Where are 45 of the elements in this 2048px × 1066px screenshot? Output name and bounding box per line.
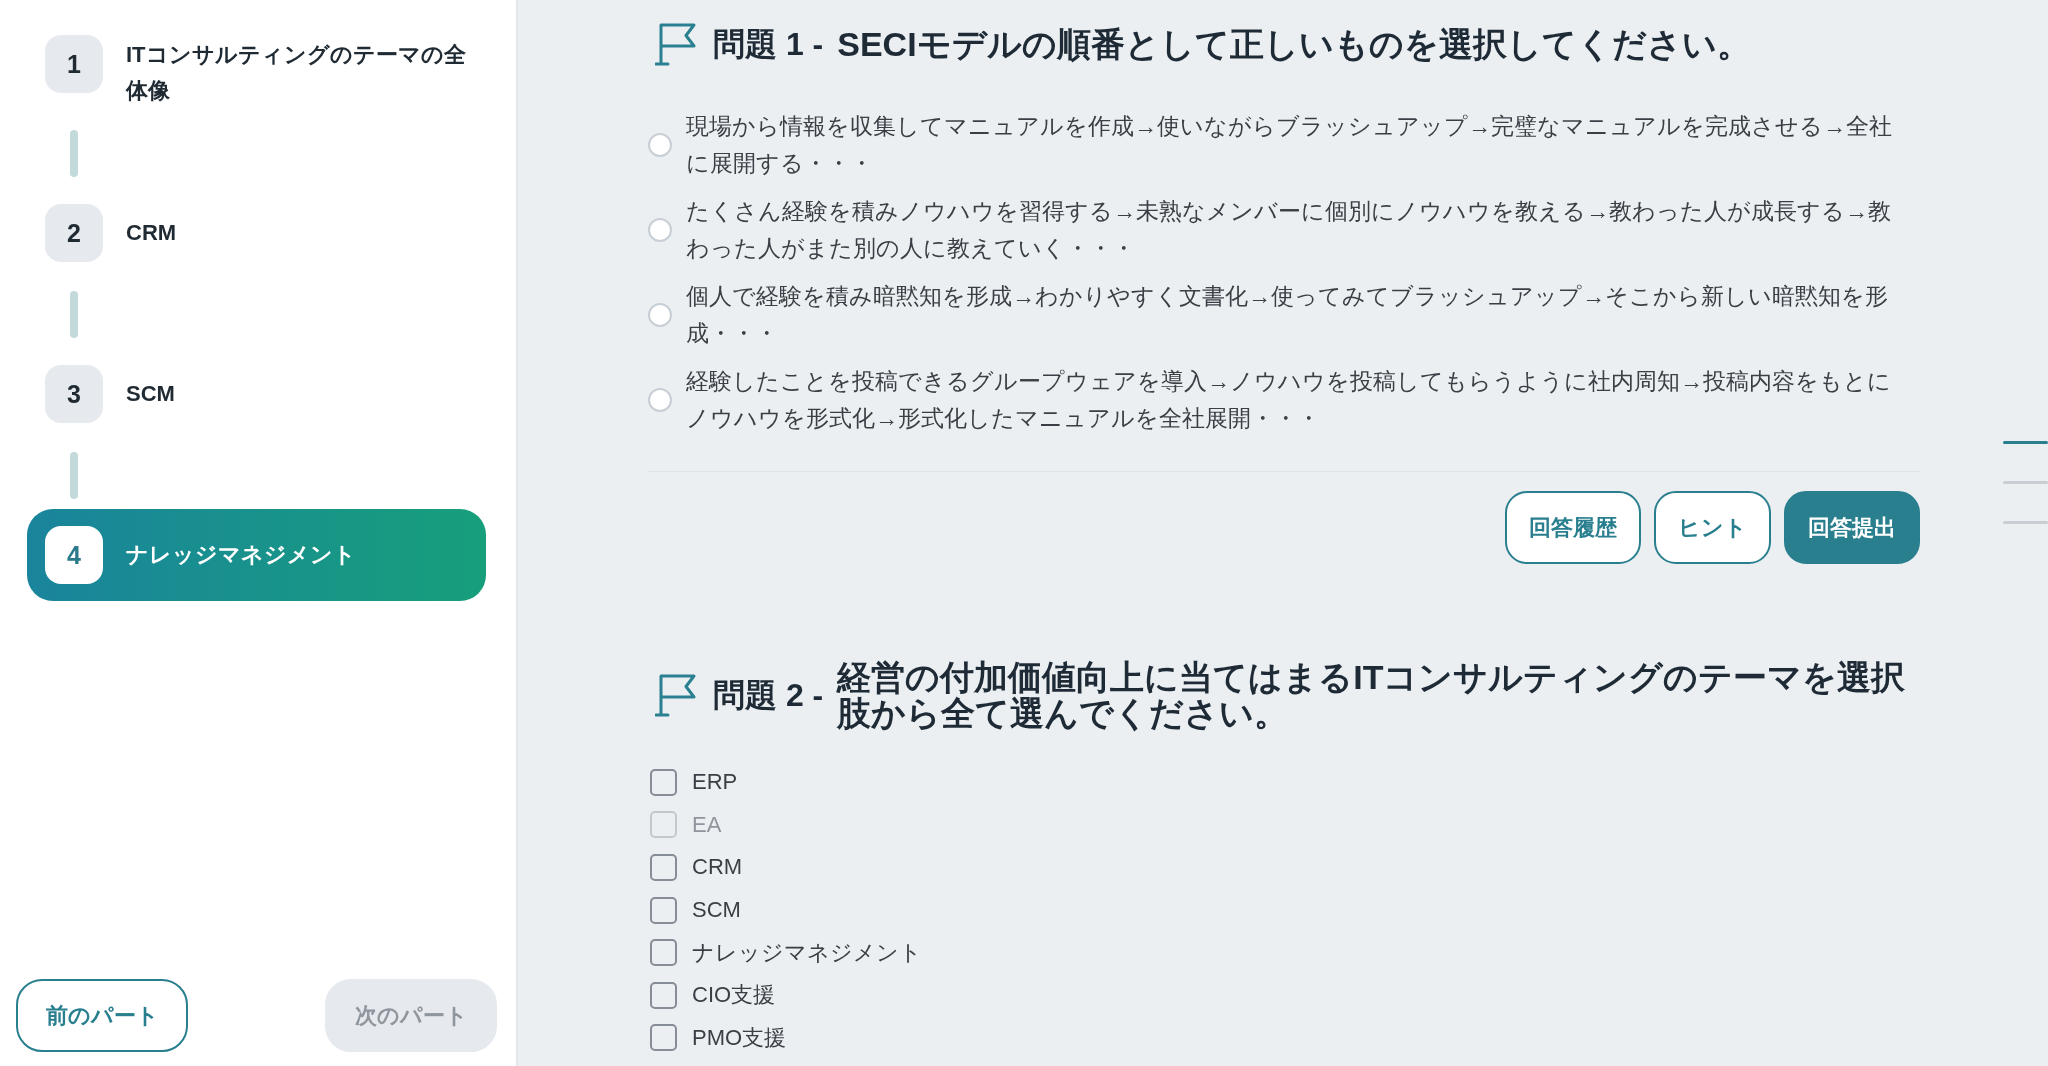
- option-label: ナレッジマネジメント: [692, 938, 922, 967]
- step-connector: [70, 291, 78, 338]
- radio-button[interactable]: [648, 303, 672, 327]
- section-marker[interactable]: [2003, 521, 2048, 524]
- section-marker[interactable]: [2003, 481, 2048, 484]
- step-connector: [70, 130, 78, 177]
- option-label: CIO支援: [692, 981, 776, 1010]
- option-text: 現場から情報を収集してマニュアルを作成→使いながらブラッシュアップ→完璧なマニュアルを完成させる→全社に展開する・・・: [686, 112, 1893, 178]
- step-number: 4: [45, 526, 103, 584]
- option-label: CRM: [692, 853, 743, 882]
- step-item[interactable]: 4 ナレッジマネジメント: [27, 509, 486, 601]
- option-label: ERP: [692, 768, 738, 797]
- flag-icon: [655, 22, 697, 66]
- option-label: EA: [692, 810, 722, 839]
- checkbox[interactable]: [650, 1024, 677, 1052]
- radio-button[interactable]: [648, 218, 672, 242]
- step-number: 1: [45, 35, 103, 93]
- option-text: 個人で経験を積み暗黙知を形成→わかりやすく文書化→使ってみてブラッシュアップ→そこから新しい暗黙知を形成・・・: [686, 282, 1889, 348]
- checkbox[interactable]: [650, 939, 677, 967]
- section-marker[interactable]: [2003, 441, 2048, 444]
- question-title: SECIモデルの順番として正しいものを選択してください。: [837, 26, 1752, 62]
- option-text: 経験したことを投稿できるグループウェアを導入→ノウハウを投稿してもらうように社内周知→投稿内容をもとにノウハウを形式化→形式化したマニュアルを全社展開・・・: [686, 367, 1892, 433]
- flag-icon: [655, 673, 697, 717]
- step-number: 2: [45, 204, 103, 262]
- step-item[interactable]: 1 ITコンサルティングのテーマの全体像: [27, 18, 486, 126]
- radio-button[interactable]: [648, 133, 672, 157]
- step-connector: [70, 452, 78, 499]
- step-item[interactable]: 3 SCM: [27, 348, 486, 440]
- step-item[interactable]: 2 CRM: [27, 187, 486, 279]
- question-title: 経営の付加価値向上に当てはまるITコンサルティングのテーマを選択肢から全て選んでください。: [837, 659, 1907, 731]
- action-button[interactable]: 回答履歴: [1505, 491, 1641, 564]
- nav-button[interactable]: 前のパート: [16, 979, 188, 1052]
- action-button[interactable]: 回答提出: [1784, 491, 1920, 564]
- question-number: 問題 2 -: [713, 677, 824, 713]
- question-number: 問題 1 -: [713, 26, 824, 62]
- checkbox[interactable]: [650, 854, 677, 881]
- step-number: 3: [45, 365, 103, 423]
- checkbox[interactable]: [650, 896, 677, 924]
- checkbox[interactable]: [650, 981, 677, 1009]
- action-button[interactable]: ヒント: [1654, 491, 1771, 564]
- checkbox[interactable]: [650, 768, 677, 796]
- option-label: PMO支援: [692, 1023, 787, 1052]
- option-label: SCM: [692, 896, 741, 925]
- option-text: たくさん経験を積みノウハウを習得する→未熟なメンバーに個別にノウハウを教える→教わった人が成長する→教わった人がまた別の人に教えていく・・・: [686, 197, 1892, 263]
- radio-button[interactable]: [648, 388, 672, 412]
